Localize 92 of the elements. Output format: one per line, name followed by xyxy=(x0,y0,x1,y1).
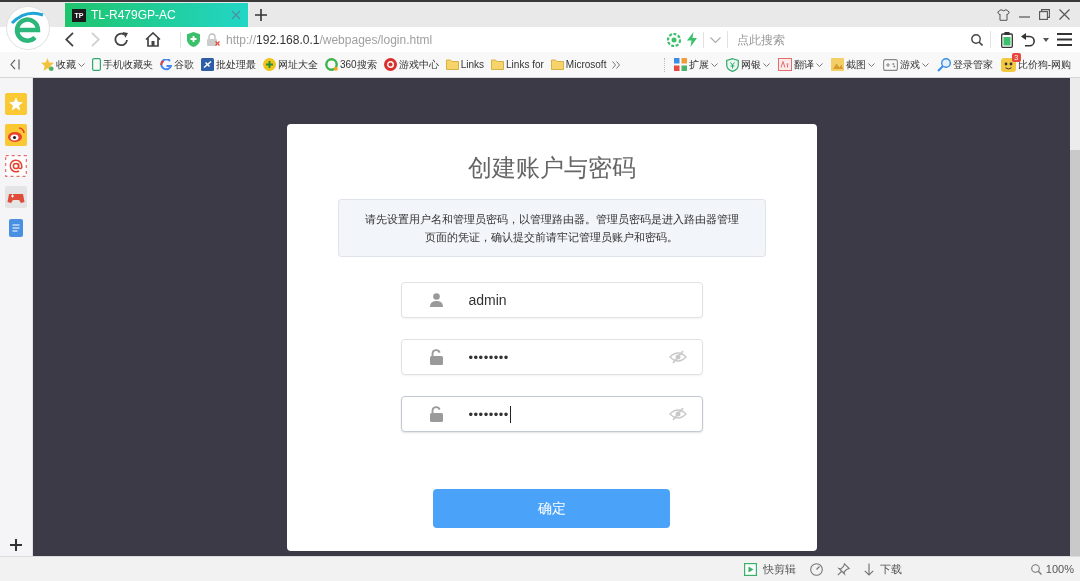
caret-icon xyxy=(815,62,823,67)
add-button[interactable] xyxy=(9,538,23,552)
undo-icon[interactable] xyxy=(1021,32,1035,47)
search-field[interactable]: 点此搜索 xyxy=(737,32,971,47)
username-field[interactable]: admin xyxy=(400,282,703,318)
ring-icon xyxy=(325,58,338,71)
caret-icon[interactable] xyxy=(1043,37,1049,42)
g-icon xyxy=(160,58,172,71)
caret-icon xyxy=(762,62,770,67)
gamepad-icon xyxy=(5,186,27,208)
plus-circle-icon xyxy=(263,58,276,71)
search-icon[interactable] xyxy=(971,33,983,46)
extension-item[interactable]: 截图 xyxy=(829,57,876,72)
magnifier-icon xyxy=(936,57,951,72)
logo-icon xyxy=(6,6,50,50)
plus-icon xyxy=(255,8,267,21)
smiley-icon xyxy=(1000,57,1016,72)
bookmark-item[interactable]: 网址大全 xyxy=(262,57,319,72)
grid-icon xyxy=(673,58,687,71)
caret-icon xyxy=(710,62,718,67)
bookmark-item[interactable]: 收藏 xyxy=(40,57,86,72)
padlock-icon xyxy=(430,406,443,422)
shield-icon xyxy=(187,32,200,47)
plus-icon xyxy=(10,539,22,551)
play-icon xyxy=(744,562,757,576)
text-cursor xyxy=(509,405,511,423)
caret-icon xyxy=(78,62,85,67)
home-icon xyxy=(145,32,161,47)
zoom-icon xyxy=(1030,563,1042,575)
collapse-icon[interactable] xyxy=(10,59,20,70)
tile-icon xyxy=(201,58,214,71)
bookmark-item[interactable]: 批处理最 xyxy=(200,57,257,72)
phone-icon xyxy=(92,58,101,71)
battery-icon[interactable] xyxy=(1001,31,1013,48)
shield-icon xyxy=(725,57,739,72)
aperture-icon[interactable] xyxy=(667,32,681,47)
pin-icon xyxy=(837,562,850,576)
sidebar-button[interactable] xyxy=(5,124,27,146)
status-label[interactable]: 100% xyxy=(1045,563,1074,575)
extension-item[interactable]: 游戏 xyxy=(881,57,930,72)
padlock-icon xyxy=(430,349,443,365)
scrollbar-track[interactable] xyxy=(1070,78,1080,556)
star-icon xyxy=(41,58,54,71)
restore-icon[interactable] xyxy=(1039,9,1050,20)
document-icon xyxy=(9,219,23,237)
password-field[interactable]: •••••••• xyxy=(400,396,703,432)
bookmark-item[interactable]: 游戏中心 xyxy=(382,57,440,72)
new-tab-button[interactable] xyxy=(255,8,267,21)
folder-icon xyxy=(491,59,505,70)
bookmark-item[interactable]: Links for xyxy=(490,59,545,70)
tab-title: TL-R479GP-AC xyxy=(91,8,177,22)
extension-item[interactable]: 网银 xyxy=(724,57,771,72)
forward-icon xyxy=(90,32,100,47)
extension-item[interactable]: 翻译 xyxy=(776,57,824,72)
sidebar-button[interactable] xyxy=(5,186,27,208)
user-icon xyxy=(430,293,443,307)
status-label[interactable]: 快剪辑 xyxy=(763,561,796,577)
bookmark-item[interactable]: 手机收藏夹 xyxy=(91,57,154,72)
gamepad-icon xyxy=(882,58,898,71)
translate-icon xyxy=(777,58,792,71)
notice-text: 请先设置用户名和管理员密码，以管理路由器。管理员密码是进入路由器管理页面的凭证，确认提交前请牢记管理员账户和密码。 xyxy=(337,199,766,257)
download-icon xyxy=(864,562,874,576)
target-icon xyxy=(383,58,397,71)
lock-icon xyxy=(206,33,220,46)
folder-icon xyxy=(445,59,459,70)
folder-icon xyxy=(550,59,564,70)
password-field[interactable]: •••••••• xyxy=(400,339,703,375)
image-icon xyxy=(830,58,844,71)
back-icon xyxy=(64,32,74,47)
chevron-down-icon[interactable] xyxy=(710,36,721,43)
url-text[interactable]: http://192.168.0.1/webpages/login.html xyxy=(226,32,433,47)
caret-icon xyxy=(921,62,929,67)
bookmark-item[interactable]: 360搜索 xyxy=(324,57,378,72)
at-sign-icon xyxy=(5,155,27,177)
scrollbar-thumb[interactable] xyxy=(1070,150,1080,556)
gauge-icon xyxy=(810,562,823,576)
dialog-title: 创建账户与密码 xyxy=(467,154,636,182)
close-icon[interactable] xyxy=(1059,9,1070,20)
double-chevron-icon[interactable] xyxy=(612,60,621,69)
bookmark-item[interactable]: Links xyxy=(444,59,486,70)
lightning-icon[interactable] xyxy=(687,32,697,47)
sidebar-button[interactable] xyxy=(5,155,27,177)
reload-icon xyxy=(113,32,129,47)
extension-item[interactable]: 扩展 xyxy=(672,57,719,72)
caret-icon xyxy=(867,62,875,67)
shirt-icon[interactable] xyxy=(997,8,1010,21)
status-label[interactable]: 下载 xyxy=(880,561,902,577)
eye-icon xyxy=(5,124,27,146)
menu-icon[interactable] xyxy=(1057,33,1072,46)
bookmark-item[interactable]: Microsoft xyxy=(549,59,608,70)
bookmark-item[interactable]: 谷歌 xyxy=(159,57,195,72)
extension-item[interactable]: 登录管家 xyxy=(935,57,994,72)
